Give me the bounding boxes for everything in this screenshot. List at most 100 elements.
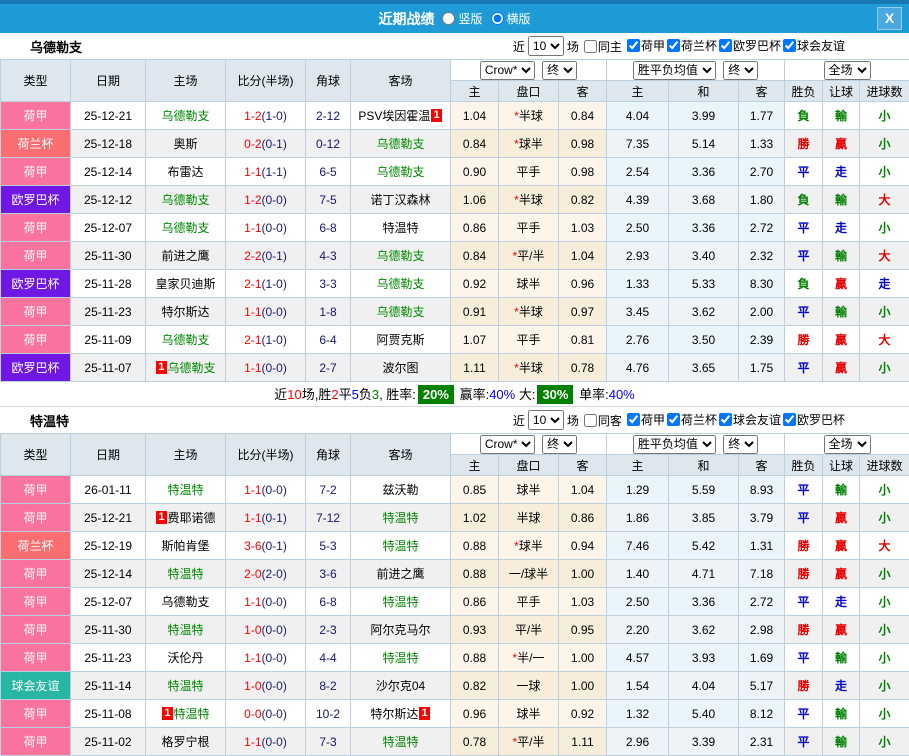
handicap-odds-home: 0.88	[451, 644, 499, 672]
away-team-link[interactable]: 阿尔克马尔	[370, 623, 430, 637]
away-team-link[interactable]: 阿贾克斯	[376, 333, 424, 347]
league-filter-checkbox[interactable]	[783, 413, 796, 426]
league-filter-checkbox[interactable]	[719, 39, 732, 52]
result-outcome: 平	[785, 588, 823, 616]
handicap-odds-home: 0.91	[451, 298, 499, 326]
games-count-select[interactable]: 10	[528, 36, 564, 56]
handicap-text: 平/半	[517, 735, 544, 749]
avg-odds-select[interactable]: 胜平负均值	[633, 435, 716, 454]
same-venue-checkbox-input[interactable]	[584, 40, 597, 53]
home-team-link[interactable]: 特温特	[167, 679, 203, 693]
away-team-link[interactable]: 乌德勒支	[376, 165, 424, 179]
scope-select[interactable]: 全场	[824, 61, 871, 80]
summary-text: 单率:	[575, 387, 608, 402]
home-team-link[interactable]: 特温特	[167, 483, 203, 497]
away-team-link[interactable]: 波尔图	[382, 361, 418, 375]
league-filter-checkbox[interactable]	[627, 413, 640, 426]
away-team-link[interactable]: 特温特	[382, 651, 418, 665]
odds-company-select[interactable]: Crow*	[480, 61, 535, 80]
away-team-link[interactable]: 乌德勒支	[376, 305, 424, 319]
home-team-link[interactable]: 布雷达	[167, 165, 203, 179]
same-venue-checkbox-input[interactable]	[584, 414, 597, 427]
away-team-link[interactable]: 沙尔克04	[376, 679, 425, 693]
layout-radio-horizontal[interactable]: 横版	[491, 10, 531, 27]
match-date: 25-11-30	[71, 242, 146, 270]
home-team-cell: 沃伦丹	[146, 644, 226, 672]
home-team-link[interactable]: 奥斯	[173, 137, 197, 151]
home-team-link[interactable]: 乌德勒支	[168, 361, 216, 375]
league-filter[interactable]: 荷甲	[627, 411, 665, 428]
home-team-link[interactable]: 乌德勒支	[161, 595, 209, 609]
away-team-link[interactable]: 兹沃勒	[382, 483, 418, 497]
league-filter[interactable]: 荷兰杯	[667, 37, 717, 54]
close-button[interactable]: X	[877, 7, 902, 30]
odds-stage-select[interactable]: 终	[542, 435, 577, 454]
away-team-link[interactable]: 前进之鹰	[376, 567, 424, 581]
scope-select[interactable]: 全场	[824, 435, 871, 454]
away-team-link[interactable]: 乌德勒支	[376, 249, 424, 263]
league-filter-checkbox[interactable]	[667, 413, 680, 426]
summary-text: 近	[274, 387, 287, 402]
avg-dropdown-cell: 胜平负均值 终	[607, 434, 785, 455]
away-team-link[interactable]: 乌德勒支	[376, 137, 424, 151]
away-team-link[interactable]: 特温特	[382, 511, 418, 525]
league-filter[interactable]: 球会友谊	[783, 37, 845, 54]
match-date: 25-11-08	[71, 700, 146, 728]
odds-stage-select[interactable]: 终	[542, 61, 577, 80]
league-filter[interactable]: 荷兰杯	[667, 411, 717, 428]
league-filter[interactable]: 欧罗巴杯	[783, 411, 845, 428]
home-team-link[interactable]: 沃伦丹	[167, 651, 203, 665]
layout-radio-vertical[interactable]: 竖版	[442, 10, 482, 27]
odds-dropdown-cell: Crow* 终	[451, 434, 607, 455]
home-team-link[interactable]: 前进之鹰	[161, 249, 209, 263]
home-team-link[interactable]: 特尔斯达	[161, 305, 209, 319]
home-team-link[interactable]: 皇家贝迪斯	[155, 277, 215, 291]
layout-radio-horizontal-input[interactable]	[491, 12, 504, 25]
games-count-select[interactable]: 10	[528, 410, 564, 430]
odds-company-select[interactable]: Crow*	[480, 435, 535, 454]
home-team-link[interactable]: 特温特	[174, 707, 210, 721]
away-team-link[interactable]: PSV埃因霍温	[358, 109, 430, 123]
home-team-cell: 乌德勒支	[146, 102, 226, 130]
away-team-link[interactable]: 特尔斯达	[370, 707, 418, 721]
home-team-link[interactable]: 乌德勒支	[161, 193, 209, 207]
home-team-link[interactable]: 斯帕肯堡	[161, 539, 209, 553]
league-filter[interactable]: 欧罗巴杯	[719, 37, 781, 54]
corner-count: 6-8	[306, 214, 351, 242]
away-team-link[interactable]: 特温特	[382, 221, 418, 235]
away-team-link[interactable]: 诺丁汉森林	[370, 193, 430, 207]
avg-stage-select[interactable]: 终	[723, 435, 758, 454]
league-filter-checkbox[interactable]	[719, 413, 732, 426]
league-filter[interactable]: 荷甲	[627, 37, 665, 54]
away-team-link[interactable]: 乌德勒支	[376, 277, 424, 291]
col-corner: 角球	[306, 434, 351, 476]
avg-away-odds: 2.32	[739, 242, 785, 270]
layout-radio-vertical-input[interactable]	[442, 12, 455, 25]
avg-odds-select[interactable]: 胜平负均值	[633, 61, 716, 80]
corner-count: 3-3	[306, 270, 351, 298]
home-team-link[interactable]: 费耶诺德	[168, 511, 216, 525]
away-team-link[interactable]: 特温特	[382, 735, 418, 749]
avg-stage-select[interactable]: 终	[723, 61, 758, 80]
away-team-cell: 特温特	[351, 728, 451, 756]
col-result-goals: 进球数	[860, 81, 909, 102]
league-filter-checkbox[interactable]	[627, 39, 640, 52]
same-venue-checkbox[interactable]: 同客	[584, 412, 622, 429]
fulltime-score: 1-1	[244, 511, 261, 525]
away-team-link[interactable]: 特温特	[382, 595, 418, 609]
handicap-odds-home: 1.07	[451, 326, 499, 354]
league-filter[interactable]: 球会友谊	[719, 411, 781, 428]
away-team-link[interactable]: 特温特	[382, 539, 418, 553]
league-type-badge: 欧罗巴杯	[1, 270, 71, 298]
home-team-link[interactable]: 乌德勒支	[161, 333, 209, 347]
same-venue-checkbox[interactable]: 同主	[584, 38, 622, 55]
home-team-link[interactable]: 乌德勒支	[161, 221, 209, 235]
section-filter-controls: 近 10 场 同客 荷甲荷兰杯球会友谊欧罗巴杯	[513, 410, 845, 430]
league-filter-checkbox[interactable]	[783, 39, 796, 52]
league-filter-checkbox[interactable]	[667, 39, 680, 52]
match-row: 荷甲25-12-07乌德勒支1-1(0-0)6-8特温特0.86平手1.032.…	[1, 588, 909, 616]
home-team-link[interactable]: 特温特	[167, 623, 203, 637]
home-team-link[interactable]: 乌德勒支	[161, 109, 209, 123]
home-team-link[interactable]: 特温特	[167, 567, 203, 581]
home-team-link[interactable]: 格罗宁根	[161, 735, 209, 749]
